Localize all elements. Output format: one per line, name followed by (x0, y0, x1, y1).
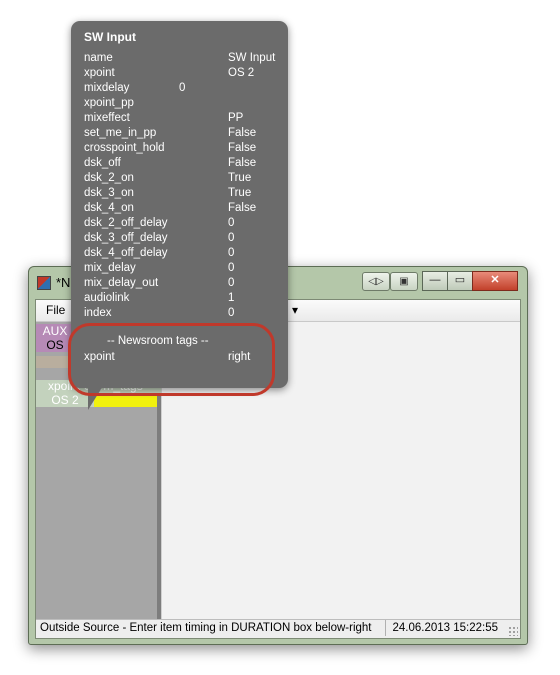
tooltip-row: audiolink 1 (84, 291, 284, 306)
tooltip-key: dsk_3_off_delay (84, 232, 168, 244)
tooltip-value: 0 (228, 247, 235, 259)
tooltip-row: mixdelay 0 (84, 81, 284, 96)
tooltip-key: dsk_2_off_delay (84, 217, 168, 229)
tooltip-key: mixdelay (84, 82, 130, 94)
tooltip-key: set_me_in_pp (84, 127, 157, 139)
swap-panels-icon[interactable]: ◁▷ (362, 272, 390, 291)
tooltip-row: index 0 (84, 306, 284, 321)
tooltip-row: dsk_3_off_delay 0 (84, 231, 284, 246)
tooltip-key: mix_delay_out (84, 277, 159, 289)
tooltip-key: dsk_4_off_delay (84, 247, 168, 259)
window-layout-icon[interactable]: ▣ (390, 272, 418, 291)
tooltip-row: xpoint OS 2 (84, 66, 284, 81)
tooltip-key: xpoint_pp (84, 97, 134, 109)
tooltip-value: True (228, 187, 252, 199)
tooltip-value: PP (228, 112, 244, 124)
status-datetime: 24.06.2013 15:22:55 (385, 620, 504, 636)
tooltip-value: False (228, 202, 257, 214)
status-bar: Outside Source - Enter item timing in DU… (36, 619, 520, 638)
tooltip-key: index (84, 307, 112, 319)
tooltip-value: 0 (228, 307, 235, 319)
cell-aux[interactable]: AUX (36, 324, 74, 338)
tooltip-key: dsk_2_on (84, 172, 134, 184)
tooltip-key: name (84, 52, 113, 64)
tooltip-key: dsk_3_on (84, 187, 134, 199)
tooltip-value: 0 (228, 232, 235, 244)
tooltip-key: crosspoint_hold (84, 142, 165, 154)
tooltip-key: dsk_4_on (84, 202, 134, 214)
chevron-down-icon[interactable]: ▾ (292, 303, 298, 317)
tooltip-value: True (228, 172, 252, 184)
tooltip-value: SW Input (228, 52, 276, 64)
tooltip-value: OS 2 (228, 67, 255, 79)
minimize-button[interactable]: — (422, 271, 448, 291)
tooltip-key: mix_delay (84, 262, 136, 274)
tooltip-row: xpoint_pp (84, 96, 284, 111)
close-button[interactable]: ✕ (472, 271, 518, 291)
tooltip-title: SW Input (84, 30, 136, 44)
tooltip-row: mix_delay 0 (84, 261, 284, 276)
highlight-annotation (68, 323, 275, 396)
tooltip-value: 0 (228, 262, 235, 274)
tooltip-value: False (228, 157, 257, 169)
tooltip-row: name SW Input (84, 51, 284, 66)
maximize-button[interactable]: ▭ (447, 271, 473, 291)
tooltip-key: dsk_off (84, 157, 121, 169)
tooltip-mid-value: 0 (179, 82, 186, 94)
tooltip-row: dsk_4_on False (84, 201, 284, 216)
tooltip-key: mixeffect (84, 112, 130, 124)
menu-file[interactable]: File (46, 303, 65, 317)
tooltip-row: dsk_2_off_delay 0 (84, 216, 284, 231)
tooltip-value: False (228, 142, 257, 154)
tooltip-row: dsk_2_on True (84, 171, 284, 186)
status-message: Outside Source - Enter item timing in DU… (40, 622, 372, 634)
tooltip-row: dsk_4_off_delay 0 (84, 246, 284, 261)
tooltip-key: xpoint (84, 67, 115, 79)
tooltip-value: 0 (228, 217, 235, 229)
tooltip-row: set_me_in_pp False (84, 126, 284, 141)
tooltip-key: audiolink (84, 292, 130, 304)
tooltip-row: crosspoint_hold False (84, 141, 284, 156)
tooltip-row: dsk_3_on True (84, 186, 284, 201)
tooltip-value: False (228, 127, 257, 139)
tooltip-row: mix_delay_out 0 (84, 276, 284, 291)
tooltip-row: dsk_off False (84, 156, 284, 171)
tooltip-row: mixeffect PP (84, 111, 284, 126)
tooltip-value: 1 (228, 292, 235, 304)
app-icon (37, 276, 51, 290)
tooltip-value: 0 (228, 277, 235, 289)
resize-grip-icon[interactable] (508, 626, 518, 636)
